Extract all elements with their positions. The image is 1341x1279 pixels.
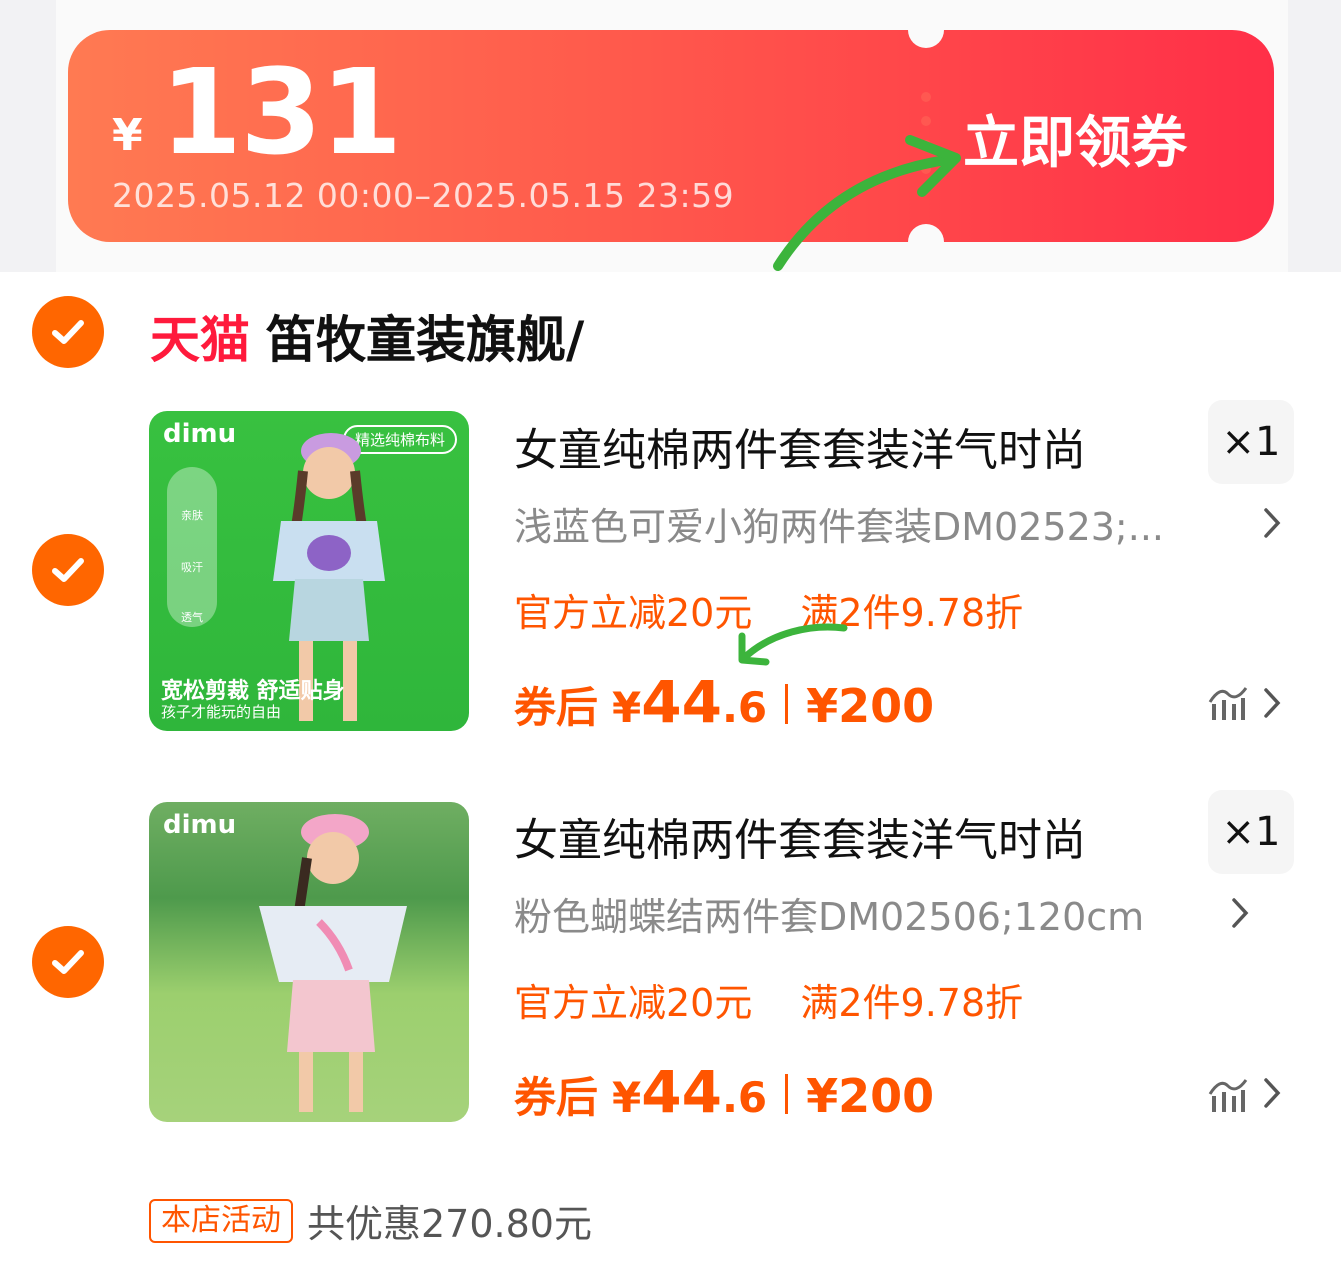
product-thumbnail[interactable]: dimu 精选纯棉布料 亲肤 吸汗 透气 宽松剪裁 舒适贴身 孩子才能玩的自由	[149, 411, 469, 731]
original-price: ¥200	[806, 679, 935, 733]
promo-multibuy: 满2件9.78折	[800, 981, 1024, 1025]
after-coupon-label: 券后	[514, 1073, 599, 1122]
chevron-right-icon[interactable]	[1262, 1076, 1282, 1110]
item-select-checkbox[interactable]	[32, 926, 104, 998]
product-title[interactable]: 女童纯棉两件套套装洋气时尚	[514, 414, 1086, 478]
after-coupon-label: 券后	[514, 683, 599, 732]
check-icon	[52, 558, 84, 582]
feature-list: 亲肤 吸汗 透气	[167, 467, 217, 627]
coupon-validity-period: 2025.05.12 00:00–2025.05.15 23:59	[112, 176, 735, 215]
annotation-arrow-icon	[738, 623, 848, 666]
quantity-badge[interactable]: ×1	[1208, 400, 1294, 484]
price-row: 券后 ¥44.6 ¥200	[514, 1058, 934, 1126]
price-trend-icon[interactable]	[1208, 682, 1248, 722]
chevron-right-icon[interactable]	[1262, 686, 1282, 720]
price-row: 券后 ¥44.6 ¥200	[514, 668, 934, 736]
tmall-logo: 天猫	[150, 311, 250, 369]
quantity-badge[interactable]: ×1	[1208, 790, 1294, 874]
promo-discount: 官方立减20元	[514, 591, 753, 635]
feature-label: 亲肤	[181, 509, 203, 522]
product-title[interactable]: 女童纯棉两件套套装洋气时尚	[514, 804, 1086, 868]
claim-coupon-button[interactable]: 立即领券	[963, 98, 1187, 179]
product-thumbnail[interactable]: dimu	[149, 802, 469, 1122]
store-header[interactable]: 天猫 笛牧童装旗舰/	[150, 300, 584, 369]
price-decimal: .6	[721, 1073, 768, 1122]
price-trend-icon[interactable]	[1208, 1074, 1248, 1114]
coupon-currency: ¥	[112, 110, 143, 161]
check-icon	[52, 320, 84, 344]
sku-selector[interactable]: 粉色蝴蝶结两件套DM02506;120cm	[514, 886, 1144, 941]
store-name: 笛牧童装旗舰/	[266, 311, 585, 369]
original-price: ¥200	[806, 1069, 935, 1123]
price-currency: ¥	[612, 683, 642, 732]
store-activity-tag: 本店活动	[149, 1198, 293, 1243]
item-select-checkbox[interactable]	[32, 534, 104, 606]
sku-selector[interactable]: 浅蓝色可爱小狗两件套装DM02523;...	[514, 496, 1164, 551]
feature-label: 吸汗	[181, 561, 203, 574]
promo-discount: 官方立减20元	[514, 981, 753, 1025]
total-discount-text: 共优惠270.80元	[307, 1202, 592, 1246]
annotation-arrow-icon	[773, 135, 961, 271]
price-integer: 44	[641, 668, 722, 736]
chevron-right-icon[interactable]	[1262, 506, 1282, 540]
price-currency: ¥	[612, 1073, 642, 1122]
store-activity[interactable]: 本店活动 共优惠270.80元	[149, 1193, 592, 1248]
feature-label: 透气	[181, 611, 203, 624]
coupon-amount: 131	[160, 43, 402, 181]
price-integer: 44	[641, 1058, 722, 1126]
price-decimal: .6	[721, 683, 768, 732]
promo-tags: 官方立减20元 满2件9.78折	[514, 972, 1023, 1027]
thumbnail-subslogan: 孩子才能玩的自由	[161, 703, 282, 721]
store-select-checkbox[interactable]	[32, 296, 104, 368]
model-figure	[259, 814, 407, 1112]
chevron-right-icon[interactable]	[1230, 896, 1250, 930]
check-icon	[52, 950, 84, 974]
